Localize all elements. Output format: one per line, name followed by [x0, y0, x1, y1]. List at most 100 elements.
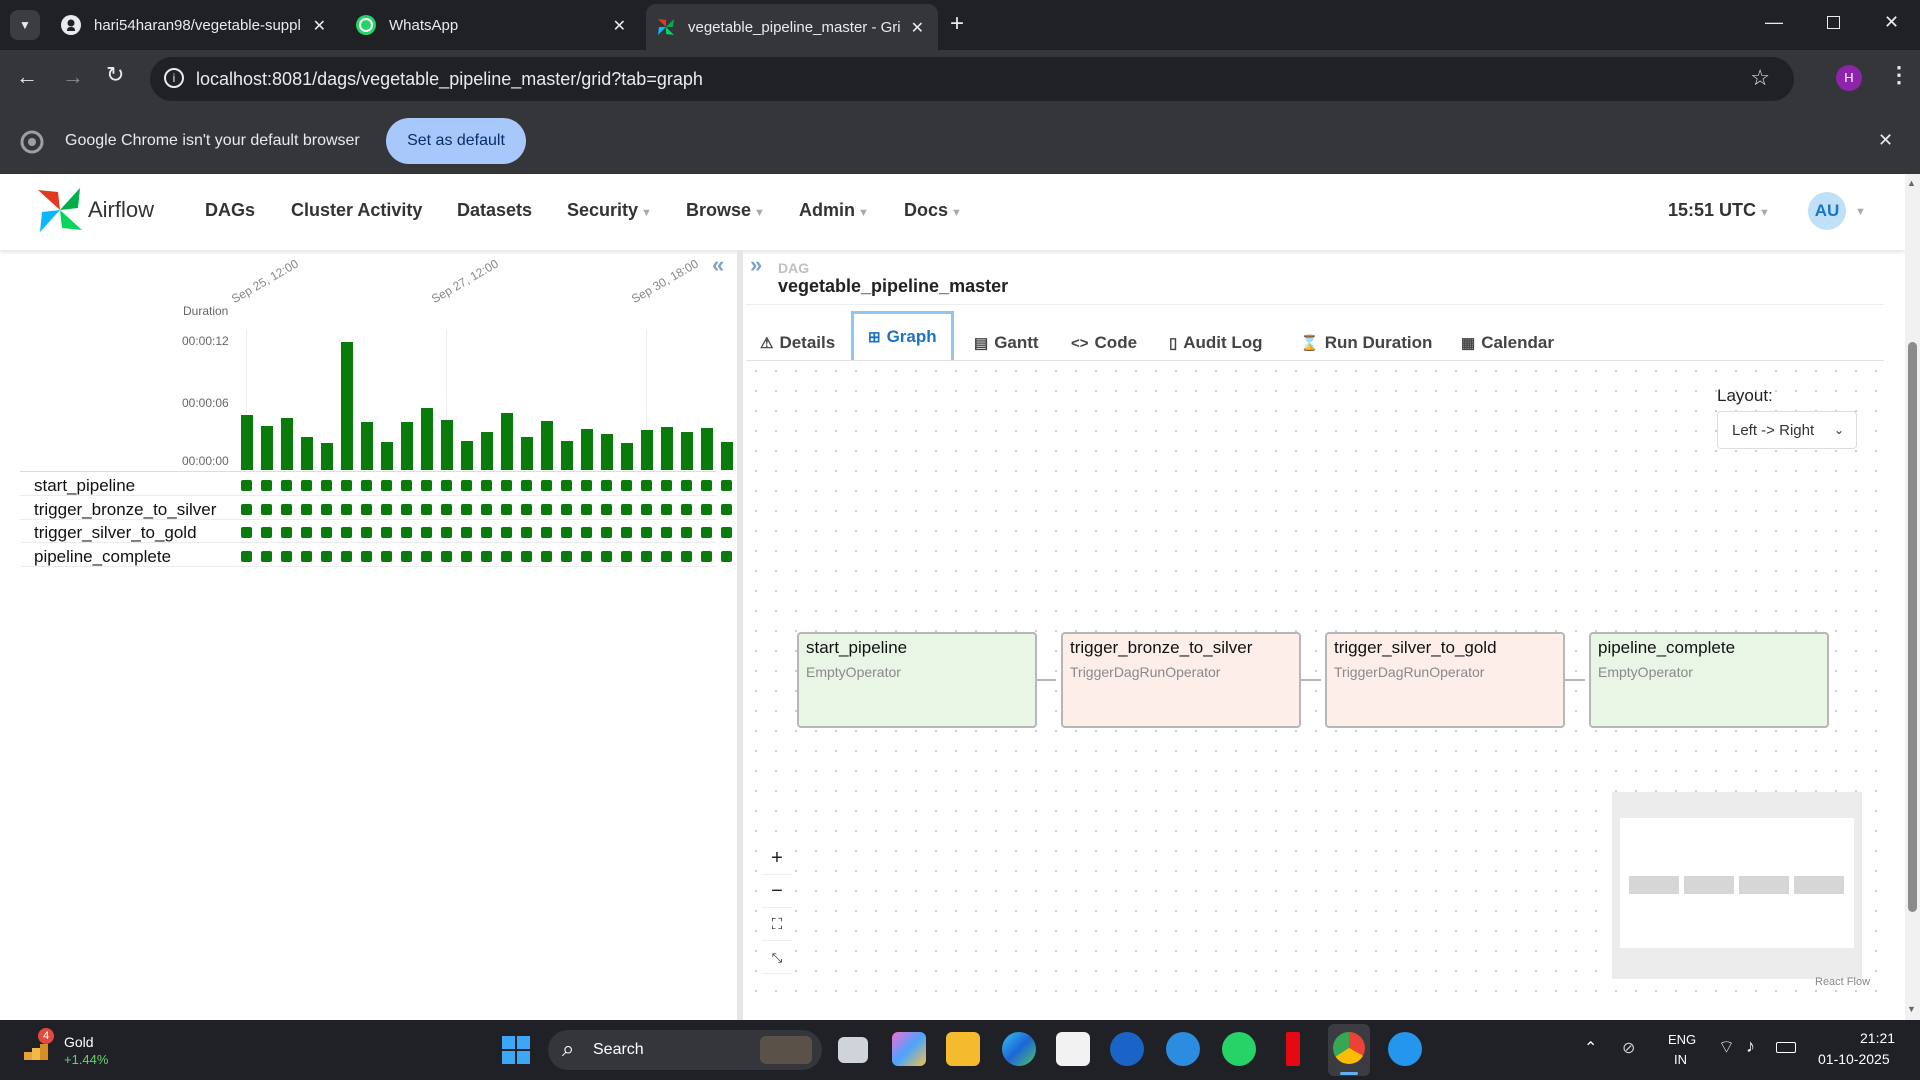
language-code[interactable]: ENG	[1668, 1032, 1696, 1047]
nav-docs[interactable]: Docs ▼	[904, 200, 962, 221]
task-instance-status[interactable]	[501, 527, 512, 538]
bookmark-star-icon[interactable]: ☆	[1750, 65, 1770, 91]
task-instance-status[interactable]	[561, 527, 572, 538]
task-instance-status[interactable]	[481, 550, 492, 562]
tab-audit-log[interactable]: ▯ Audit Log	[1169, 325, 1263, 361]
new-tab-icon[interactable]: +	[950, 10, 964, 38]
duration-bar[interactable]	[301, 437, 313, 470]
windows-start-icon[interactable]	[502, 1036, 530, 1064]
restore-icon[interactable]	[1827, 16, 1840, 29]
tab-gantt[interactable]: ▤ Gantt	[974, 325, 1039, 361]
graph-canvas[interactable]: Layout: Left -> Right ⌄ start_pipeline E…	[746, 360, 1884, 1000]
netflix-icon[interactable]	[1286, 1032, 1300, 1066]
task-instance-status[interactable]	[281, 480, 292, 491]
tab-run-duration[interactable]: ⌛ Run Duration	[1300, 325, 1432, 361]
react-flow-attribution[interactable]: React Flow	[1815, 976, 1870, 988]
close-infobar-icon[interactable]: ✕	[1878, 130, 1893, 151]
duration-bar[interactable]	[681, 432, 693, 470]
duration-bar[interactable]	[361, 421, 373, 470]
whatsapp-taskbar-icon[interactable]	[1222, 1032, 1256, 1066]
task-instance-status[interactable]	[301, 503, 312, 515]
expand-panel-icon[interactable]: »	[750, 252, 762, 278]
task-instance-status[interactable]	[481, 480, 492, 491]
task-instance-status[interactable]	[341, 550, 352, 562]
task-instance-status[interactable]	[501, 550, 512, 562]
task-instance-status[interactable]	[561, 550, 572, 562]
chrome-menu-icon[interactable]: ⋮	[1888, 62, 1910, 88]
task-instance-status[interactable]	[661, 480, 672, 491]
task-instance-status[interactable]	[321, 527, 332, 538]
task-instance-status[interactable]	[361, 527, 372, 538]
task-instance-status[interactable]	[381, 503, 392, 515]
task-instance-status[interactable]	[241, 550, 252, 562]
task-instance-status[interactable]	[601, 527, 612, 538]
clock-time[interactable]: 21:21	[1860, 1030, 1895, 1046]
task-instance-status[interactable]	[301, 550, 312, 562]
back-icon[interactable]: ←	[16, 64, 38, 90]
task-instance-status[interactable]	[481, 527, 492, 538]
task-instance-status[interactable]	[541, 480, 552, 491]
task-instance-status[interactable]	[641, 550, 652, 562]
hp-icon[interactable]	[1110, 1032, 1144, 1066]
task-instance-status[interactable]	[441, 527, 452, 538]
duration-bar[interactable]	[281, 417, 293, 470]
task-instance-status[interactable]	[581, 550, 592, 562]
task-instance-status[interactable]	[261, 527, 272, 538]
task-instance-status[interactable]	[661, 550, 672, 562]
duration-bar[interactable]	[421, 408, 433, 470]
task-instance-status[interactable]	[681, 527, 692, 538]
duration-bar[interactable]	[341, 341, 353, 470]
task-instance-status[interactable]	[381, 550, 392, 562]
nav-datasets[interactable]: Datasets	[457, 200, 532, 221]
interactivity-toggle-button[interactable]: ⤡	[762, 942, 792, 974]
task-instance-status[interactable]	[681, 550, 692, 562]
tab-github[interactable]: hari54haran98/vegetable-suppl ✕	[50, 0, 340, 50]
tab-graph[interactable]: ⊞ Graph	[851, 311, 954, 363]
task-instance-status[interactable]	[421, 480, 432, 491]
edge-icon[interactable]	[1002, 1032, 1036, 1066]
nav-browse[interactable]: Browse ▼	[686, 200, 765, 221]
task-instance-status[interactable]	[241, 527, 252, 538]
duration-bar[interactable]	[701, 428, 713, 470]
airflow-logo[interactable]: Airflow	[36, 186, 154, 234]
nav-security[interactable]: Security ▼	[567, 200, 652, 221]
task-instance-status[interactable]	[581, 503, 592, 515]
task-instance-status[interactable]	[281, 503, 292, 515]
wifi-icon[interactable]: ⌔	[1718, 1036, 1735, 1059]
task-instance-status[interactable]	[661, 527, 672, 538]
tab-airflow[interactable]: vegetable_pipeline_master - Gri ✕	[646, 4, 938, 50]
task-instance-status[interactable]	[441, 503, 452, 515]
nav-admin[interactable]: Admin ▼	[799, 200, 869, 221]
close-window-icon[interactable]: ✕	[1884, 12, 1899, 33]
site-info-icon[interactable]: i	[164, 68, 184, 88]
task-instance-status[interactable]	[401, 503, 412, 515]
profile-avatar[interactable]: H	[1836, 65, 1862, 91]
task-instance-status[interactable]	[621, 480, 632, 491]
user-menu-chevron-icon[interactable]: ▼	[1855, 206, 1866, 218]
panel-divider[interactable]	[737, 250, 743, 1020]
task-instance-status[interactable]	[421, 527, 432, 538]
store-icon[interactable]	[1056, 1032, 1090, 1066]
task-instance-status[interactable]	[301, 480, 312, 491]
task-instance-status[interactable]	[421, 503, 432, 515]
task-node[interactable]: trigger_bronze_to_silver TriggerDagRunOp…	[1061, 632, 1301, 728]
task-instance-status[interactable]	[561, 503, 572, 515]
fit-view-button[interactable]: ⛶	[762, 909, 792, 941]
task-instance-status[interactable]	[341, 480, 352, 491]
task-instance-status[interactable]	[521, 527, 532, 538]
task-row-label[interactable]: pipeline_complete	[34, 547, 171, 567]
tab-code[interactable]: <> Code	[1071, 325, 1137, 361]
duration-bar[interactable]	[381, 441, 393, 470]
network-off-icon[interactable]: ⊘	[1622, 1038, 1635, 1058]
task-instance-status[interactable]	[641, 527, 652, 538]
task-instance-status[interactable]	[341, 527, 352, 538]
task-instance-status[interactable]	[261, 480, 272, 491]
task-instance-status[interactable]	[621, 527, 632, 538]
duration-bar[interactable]	[661, 426, 673, 470]
nav-cluster-activity[interactable]: Cluster Activity	[291, 200, 422, 221]
task-instance-status[interactable]	[501, 503, 512, 515]
task-instance-status[interactable]	[541, 550, 552, 562]
task-instance-status[interactable]	[381, 480, 392, 491]
task-instance-status[interactable]	[241, 480, 252, 491]
task-node[interactable]: trigger_silver_to_gold TriggerDagRunOper…	[1325, 632, 1565, 728]
